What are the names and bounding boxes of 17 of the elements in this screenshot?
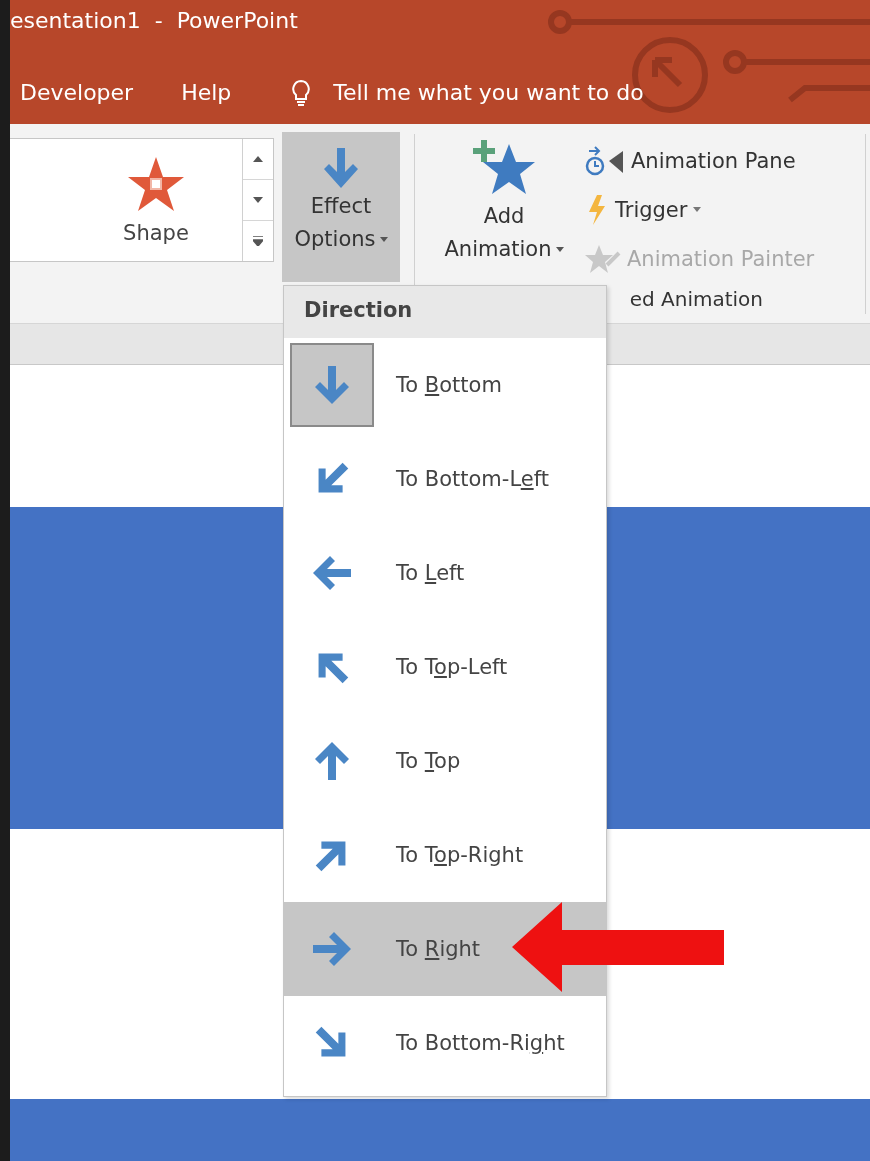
tell-me-search[interactable]: Tell me what you want to do xyxy=(333,80,644,105)
menu-item[interactable]: To Top xyxy=(284,714,606,808)
menu-item[interactable]: To Bottom-Right xyxy=(284,996,606,1090)
menu-item[interactable]: To Top-Right xyxy=(284,808,606,902)
menu-item[interactable]: To Bottom xyxy=(284,338,606,432)
menu-header: Direction xyxy=(284,286,606,338)
effect-options-button[interactable]: Effect Options xyxy=(282,132,400,282)
ribbon-tab[interactable]: Help xyxy=(179,76,234,109)
menu-item[interactable]: To Left xyxy=(284,526,606,620)
window-title: esentation1 - PowerPoint xyxy=(10,8,298,33)
group-label: ed Animation xyxy=(628,287,764,311)
menu-item[interactable]: To Top-Left xyxy=(284,620,606,714)
ribbon-command[interactable]: Trigger xyxy=(585,187,855,232)
add-animation-button[interactable]: Add Animation xyxy=(429,138,579,266)
menu-item[interactable]: To Bottom-Left xyxy=(284,432,606,526)
ribbon-tab[interactable]: Developer xyxy=(18,76,136,109)
ribbon-command[interactable]: Animation Pane xyxy=(585,138,855,183)
